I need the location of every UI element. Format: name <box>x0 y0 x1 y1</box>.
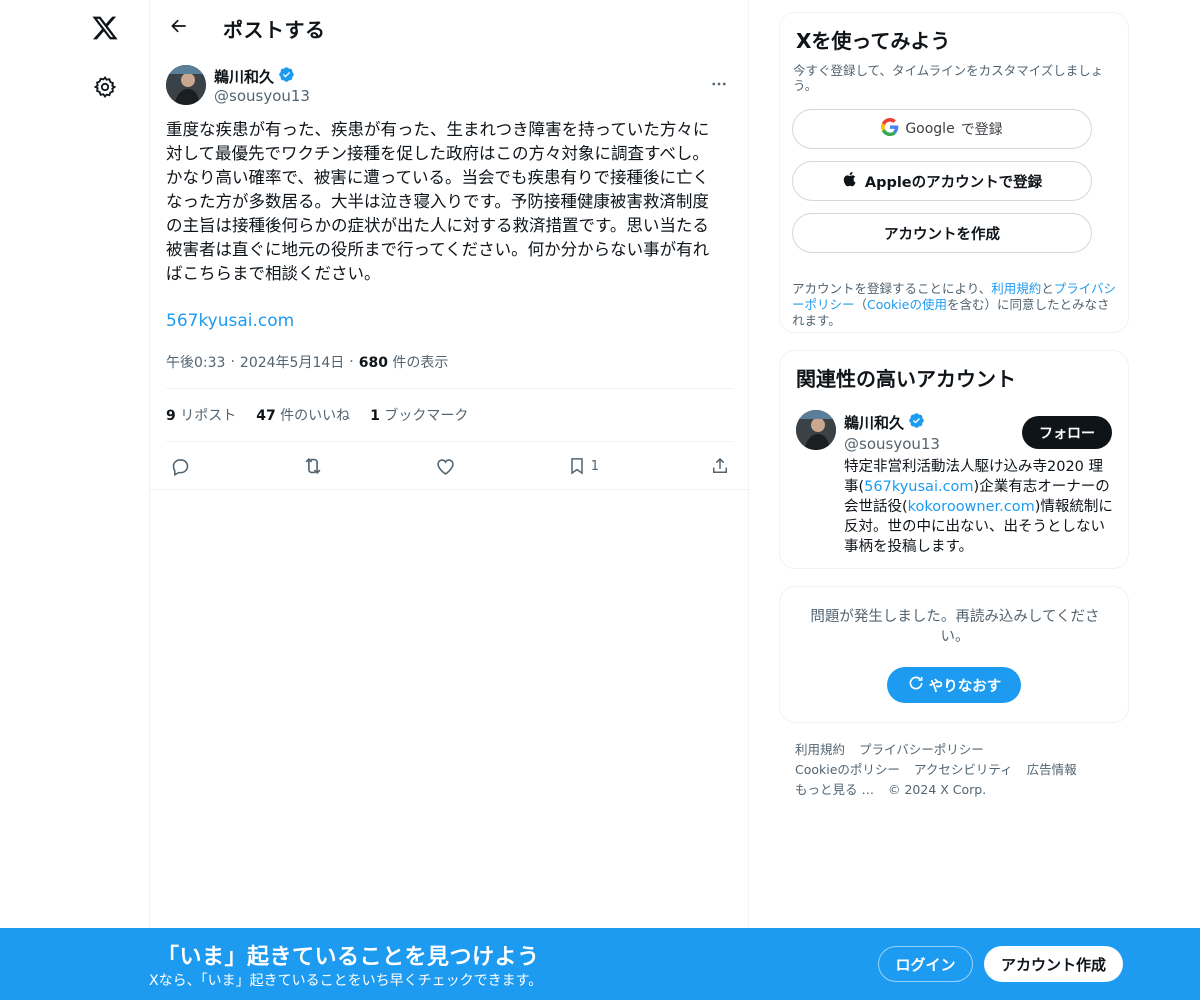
signup-legal: アカウントを登録することにより、利用規約とプライバシーポリシー（Cookieの使… <box>792 281 1118 329</box>
footer-terms-link[interactable]: 利用規約 <box>795 740 845 760</box>
verified-badge-icon <box>908 412 925 433</box>
apple-icon <box>842 170 859 192</box>
banner-title: 「いま」起きていることを見つけよう <box>157 945 540 970</box>
terms-link[interactable]: 利用規約 <box>991 281 1041 296</box>
meta-separator: · <box>349 354 354 370</box>
main-column: ポストする 鵜川和久 @sousyou13 重度な疾患が有った、疾患が有った、生… <box>149 0 750 1000</box>
related-accounts-card: 関連性の高いアカウント 鵜川和久 @sousyou13 フォロー 特定非営利活動… <box>779 350 1129 569</box>
avatar[interactable] <box>796 410 836 450</box>
apple-signup-button[interactable]: Appleのアカウントで登録 <box>792 161 1092 201</box>
bookmarks-stat[interactable]: 1 ブックマーク <box>370 405 468 425</box>
view-count: 680 件の表示 <box>359 352 449 372</box>
banner-signup-button[interactable]: アカウント作成 <box>984 946 1123 982</box>
likes-count: 47 <box>256 408 276 424</box>
retry-button[interactable]: やりなおす <box>887 667 1021 703</box>
post-date[interactable]: 2024年5月14日 <box>240 352 344 372</box>
avatar[interactable] <box>166 65 206 105</box>
post-time[interactable]: 午後0:33 <box>166 352 225 372</box>
view-count-label: 件の表示 <box>392 355 449 371</box>
footer-privacy-link[interactable]: プライバシーポリシー <box>859 740 984 760</box>
reposts-label: リポスト <box>180 408 237 424</box>
cookie-link[interactable]: Cookieの使用 <box>867 297 947 312</box>
verified-badge-icon <box>278 66 295 87</box>
signup-subtitle: 今すぐ登録して、タイムラインをカスタマイズしましょう。 <box>793 63 1104 93</box>
reposts-count: 9 <box>166 408 176 424</box>
apple-signup-label: Appleのアカウントで登録 <box>864 174 1043 191</box>
author-handle[interactable]: @sousyou13 <box>214 87 310 105</box>
post-actions: 1 <box>166 449 734 483</box>
back-arrow-icon[interactable] <box>162 9 196 43</box>
create-account-button[interactable]: アカウントを作成 <box>792 213 1092 253</box>
retry-label: やりなおす <box>928 678 1002 695</box>
footer-more-link[interactable]: もっと見る … <box>795 780 874 800</box>
error-card: 問題が発生しました。再読み込みしてください。 やりなおす <box>779 586 1129 723</box>
bookmark-action-count: 1 <box>590 458 600 474</box>
author-name-text: 鵜川和久 <box>214 68 275 86</box>
signup-card: Xを使ってみよう 今すぐ登録して、タイムラインをカスタマイズしましょう。 Goo… <box>779 12 1129 333</box>
create-account-label: アカウントを作成 <box>884 226 1000 243</box>
bio-link[interactable]: kokoroowner.com <box>908 499 1035 515</box>
follow-button[interactable]: フォロー <box>1022 416 1112 449</box>
related-name-text: 鵜川和久 <box>844 414 905 432</box>
post-meta: 午後0:33 · 2024年5月14日 · 680 件の表示 <box>166 352 448 372</box>
signup-title: Xを使ってみよう <box>796 29 951 53</box>
related-account-bio: 特定非営利活動法人駆け込み寺2020 理事(567kyusai.com)企業有志… <box>844 457 1116 557</box>
banner-subtitle: Xなら、「いま」起きていることをいち早くチェックできます。 <box>149 973 543 989</box>
page-title: ポストする <box>223 18 326 42</box>
author-name[interactable]: 鵜川和久 <box>214 66 295 87</box>
footer-accessibility-link[interactable]: アクセシビリティ <box>914 760 1013 780</box>
bookmarks-label: ブックマーク <box>384 408 469 424</box>
google-signup-button[interactable]: Google で登録 <box>792 109 1092 149</box>
gear-icon[interactable] <box>85 67 125 107</box>
divider <box>166 441 734 442</box>
signup-banner: 「いま」起きていることを見つけよう Xなら、「いま」起きていることをいち早くチェ… <box>0 928 1200 1000</box>
refresh-icon <box>907 674 925 696</box>
legal-text: アカウントを登録することにより、 <box>792 281 992 296</box>
legal-text: （ <box>854 297 868 312</box>
legal-text: と <box>1041 281 1054 296</box>
x-logo-icon[interactable] <box>85 8 125 48</box>
post-stats: 9 リポスト 47 件のいいね 1 ブックマーク <box>166 405 468 425</box>
divider <box>166 388 734 389</box>
divider <box>150 489 750 490</box>
post-link[interactable]: 567kyusai.com <box>166 311 294 331</box>
bookmark-icon[interactable]: 1 <box>563 452 603 480</box>
login-button[interactable]: ログイン <box>878 946 973 982</box>
reposts-stat[interactable]: 9 リポスト <box>166 405 236 425</box>
related-title: 関連性の高いアカウント <box>796 367 1016 391</box>
left-nav <box>0 0 150 1000</box>
related-account-name[interactable]: 鵜川和久 <box>844 412 925 433</box>
bio-link[interactable]: 567kyusai.com <box>864 479 973 495</box>
more-options-icon[interactable] <box>702 67 736 101</box>
reply-icon[interactable] <box>166 452 195 481</box>
google-label: で登録 <box>960 122 1003 138</box>
sidebar-footer: 利用規約 プライバシーポリシー Cookieのポリシー アクセシビリティ 広告情… <box>795 740 1115 800</box>
related-account-handle[interactable]: @sousyou13 <box>844 435 940 453</box>
view-count-number: 680 <box>358 355 388 371</box>
post-text: 重度な疾患が有った、疾患が有った、生まれつき障害を持っていた方々に 対して最優先… <box>166 120 710 283</box>
error-message: 問題が発生しました。再読み込みしてください。 <box>810 609 1100 645</box>
likes-stat[interactable]: 47 件のいいね <box>256 405 350 425</box>
post-author: 鵜川和久 @sousyou13 <box>166 65 736 107</box>
footer-ads-link[interactable]: 広告情報 <box>1027 760 1077 780</box>
google-label-brand: Google <box>905 121 955 137</box>
likes-label: 件のいいね <box>280 408 351 424</box>
footer-cookie-link[interactable]: Cookieのポリシー <box>795 760 900 780</box>
bookmarks-count: 1 <box>370 408 380 424</box>
page-header: ポストする <box>150 0 750 53</box>
share-icon[interactable] <box>706 452 734 480</box>
meta-separator: · <box>230 354 235 370</box>
google-icon <box>881 118 899 140</box>
repost-icon[interactable] <box>298 451 328 481</box>
like-icon[interactable] <box>431 452 460 481</box>
footer-copyright: © 2024 X Corp. <box>887 782 987 797</box>
